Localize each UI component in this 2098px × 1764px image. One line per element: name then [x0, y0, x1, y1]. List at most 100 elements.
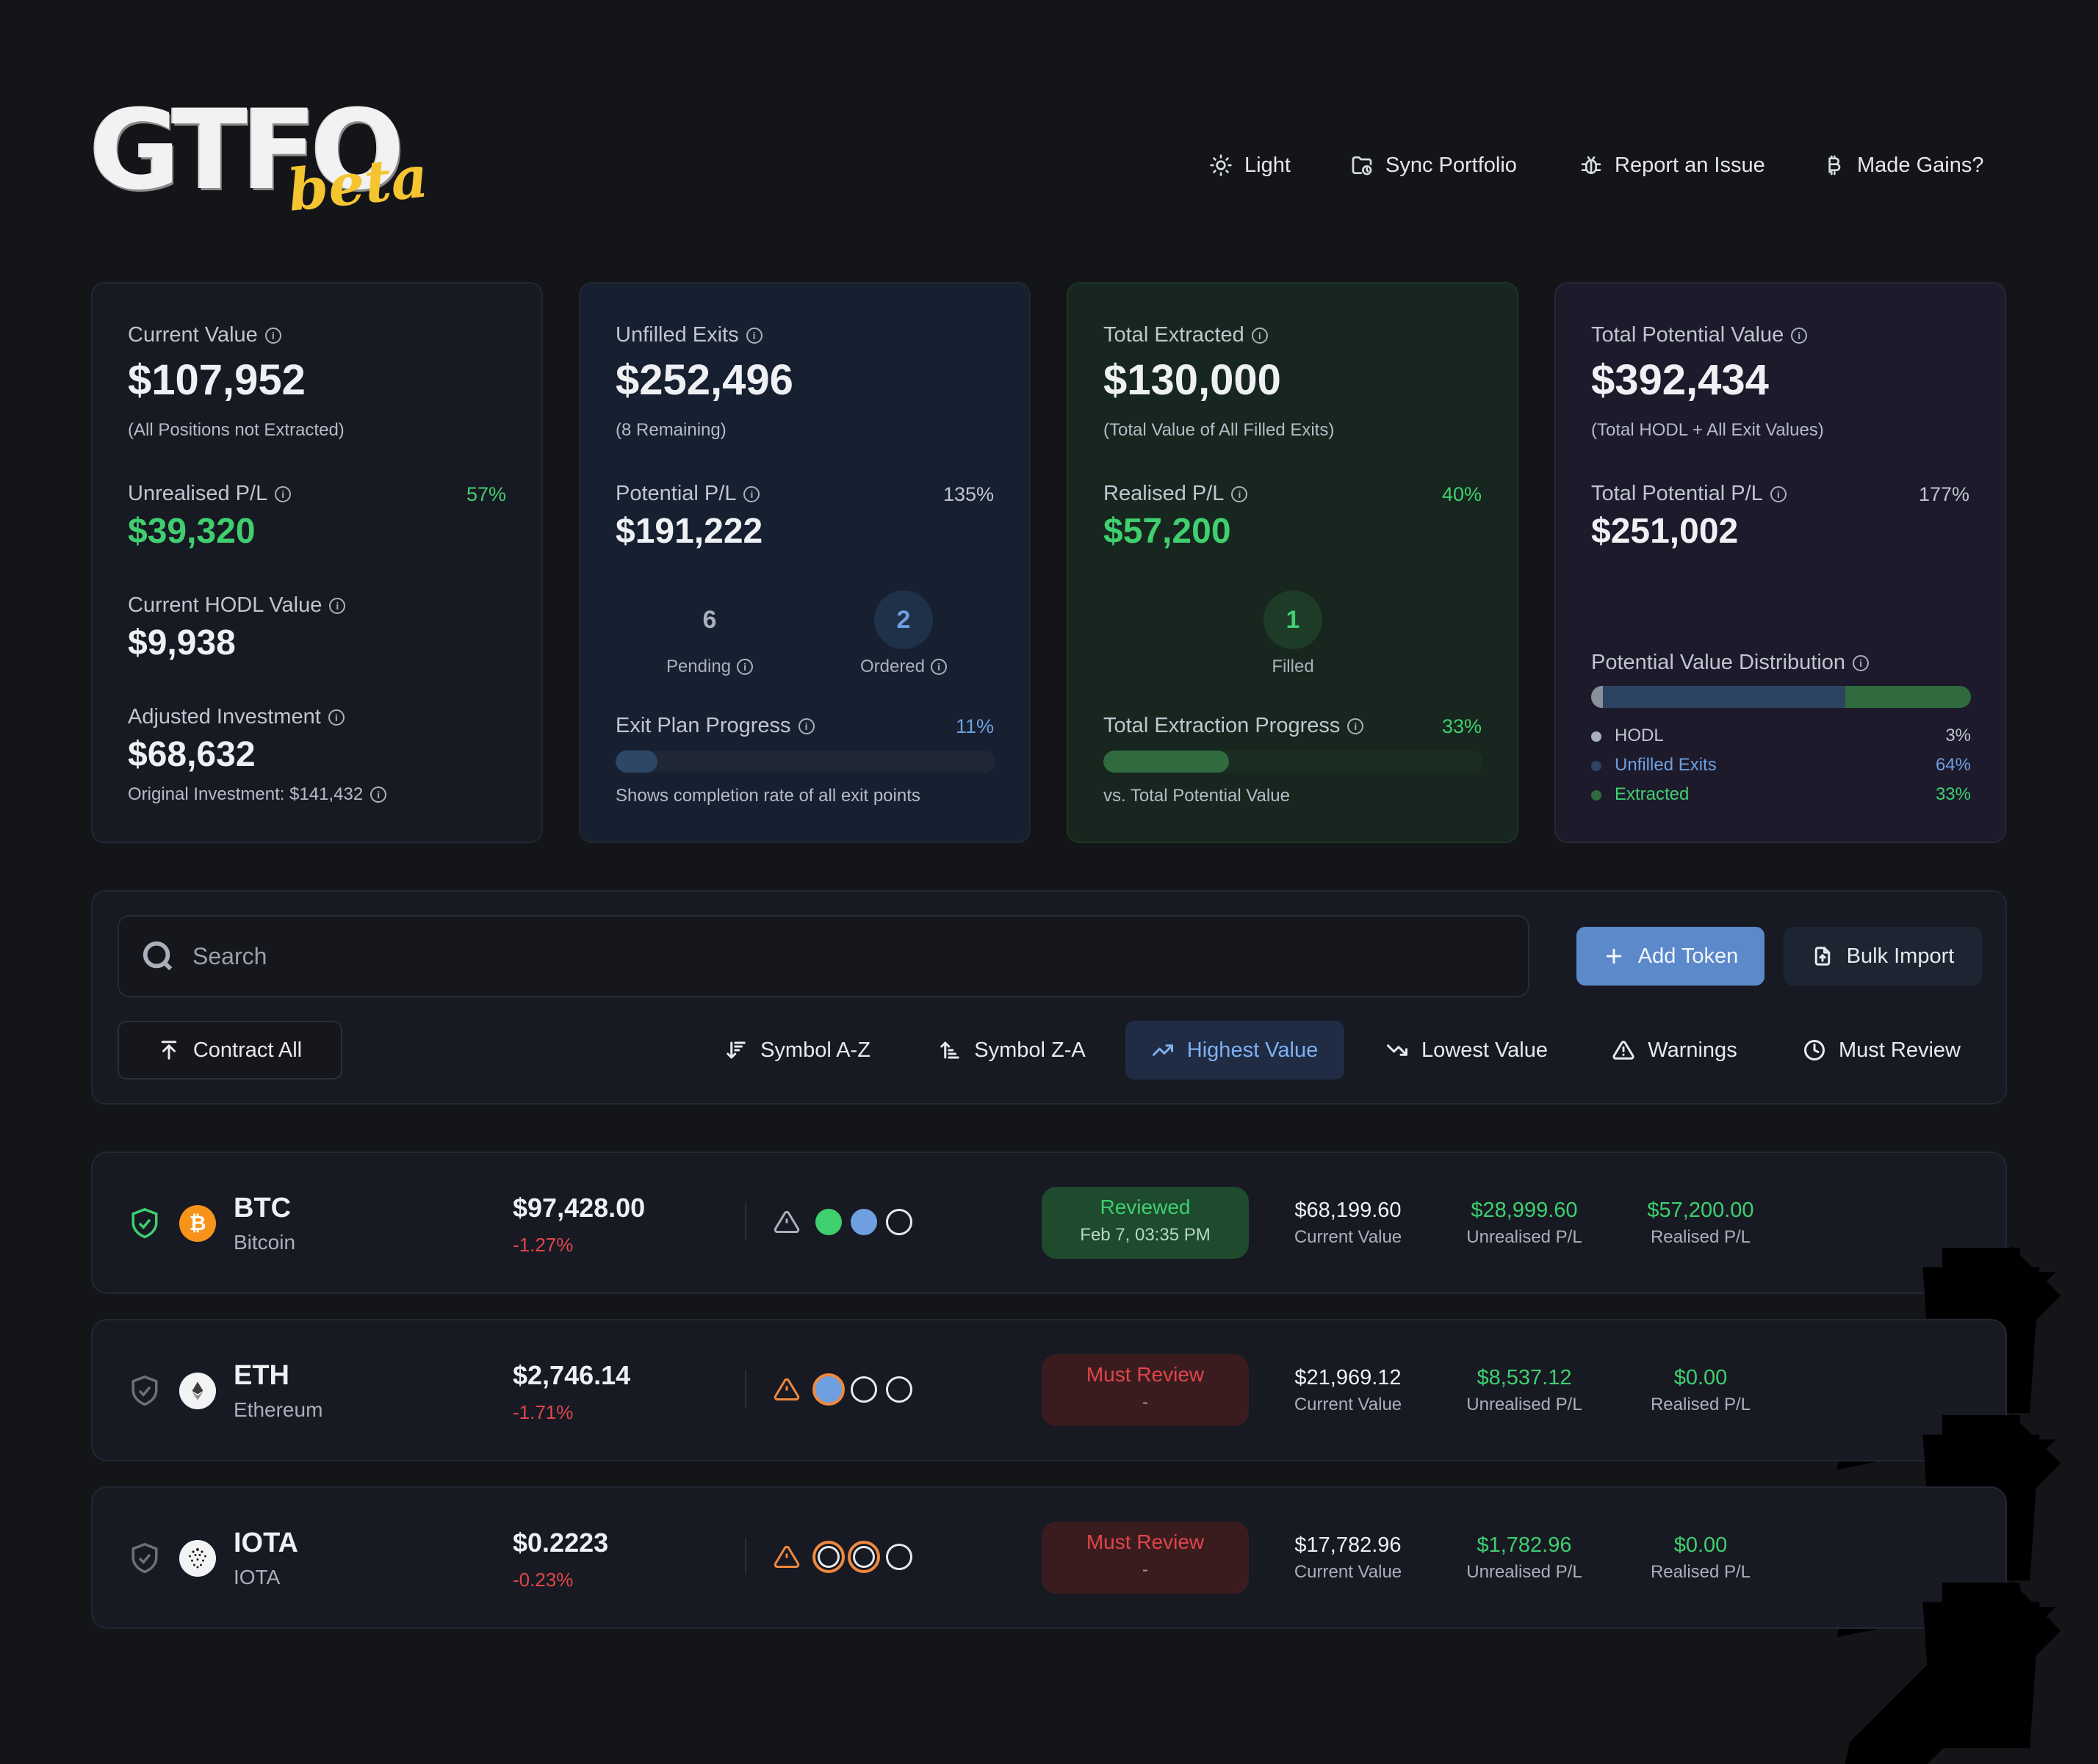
info-icon[interactable]: i: [798, 717, 815, 734]
original-investment: Original Investment: $141,432 i: [128, 784, 387, 805]
pending-stat: 6 Pending i: [651, 590, 768, 677]
warning-icon[interactable]: [773, 1376, 801, 1403]
status-badge[interactable]: Must Review -: [1042, 1522, 1249, 1594]
legend-hodl: HODL 3%: [1591, 726, 1971, 746]
exit-indicator-pending[interactable]: [851, 1376, 877, 1403]
exit-indicator-filled[interactable]: [815, 1209, 842, 1235]
info-icon[interactable]: i: [370, 787, 387, 803]
search-input[interactable]: Search: [118, 915, 1529, 997]
sort-label: Warnings: [1648, 1038, 1737, 1062]
info-icon[interactable]: i: [1347, 717, 1364, 734]
current-value-title: Current Value i: [128, 323, 281, 347]
info-icon[interactable]: i: [1853, 654, 1870, 671]
hodl-value-amount: $9,938: [128, 623, 236, 662]
info-icon[interactable]: i: [1791, 327, 1808, 344]
info-icon[interactable]: i: [743, 485, 760, 502]
info-icon[interactable]: i: [737, 659, 754, 675]
exit-indicator-warning[interactable]: [812, 1541, 845, 1573]
distribution-segment-extracted: [1845, 686, 1971, 708]
info-icon[interactable]: i: [328, 709, 345, 726]
filled-count: 1: [1264, 590, 1322, 649]
shield-check-icon[interactable]: [129, 1374, 160, 1408]
clock-icon: [1804, 1040, 1825, 1060]
current-value-cell: $21,969.12 Current Value: [1294, 1366, 1402, 1414]
sort-label: Symbol A-Z: [760, 1038, 870, 1062]
total-extracted-note: (Total Value of All Filled Exits): [1103, 420, 1335, 440]
token-symbol: ETH: [234, 1360, 289, 1391]
total-extracted-card: Total Extracted i $130,000 (Total Value o…: [1067, 282, 1518, 843]
status-badge[interactable]: Must Review -: [1042, 1354, 1249, 1426]
filled-label: Filled: [1272, 657, 1314, 676]
total-extracted-title: Total Extracted i: [1103, 323, 1268, 347]
exit-indicator-warning[interactable]: [848, 1541, 880, 1573]
eth-coin-icon: [179, 1373, 216, 1409]
divider: [745, 1203, 746, 1240]
exit-indicator-ordered[interactable]: [812, 1373, 845, 1406]
current-value-cell: $17,782.96 Current Value: [1294, 1533, 1402, 1582]
realised-pl-cell: $0.00 Realised P/L: [1650, 1366, 1751, 1414]
exit-indicator-pending[interactable]: [886, 1376, 912, 1403]
nav-sync-portfolio[interactable]: Sync Portfolio: [1350, 147, 1517, 184]
current-value-note: (All Positions not Extracted): [128, 420, 345, 440]
token-change: -1.71%: [513, 1401, 574, 1423]
unfilled-exits-title: Unfilled Exits i: [616, 323, 763, 347]
info-icon[interactable]: i: [329, 597, 346, 614]
token-name: Ethereum: [234, 1398, 323, 1421]
sort-symbol-za[interactable]: Symbol Z-A: [921, 1021, 1103, 1080]
bulk-import-button[interactable]: Bulk Import: [1784, 927, 1982, 986]
info-icon[interactable]: i: [931, 659, 948, 675]
folder-sync-icon: [1352, 156, 1372, 176]
info-icon[interactable]: i: [264, 327, 281, 344]
warning-icon[interactable]: [773, 1544, 801, 1570]
info-icon[interactable]: i: [275, 485, 292, 502]
exit-indicator-pending[interactable]: [886, 1209, 912, 1235]
token-symbol: BTC: [234, 1193, 292, 1223]
extraction-progress-pct: 33%: [1441, 715, 1482, 737]
sort-symbol-az[interactable]: Symbol A-Z: [707, 1021, 889, 1080]
distribution-segment-unfilled: [1602, 686, 1846, 708]
potential-pl-pct: 135%: [942, 483, 994, 505]
current-value-card: Current Value i $107,952 (All Positions n…: [91, 282, 543, 843]
realised-pl-pct: 40%: [1441, 483, 1482, 505]
sort-lowest-value[interactable]: Lowest Value: [1368, 1021, 1566, 1080]
logo-beta-badge: beta: [284, 143, 431, 225]
exit-indicator-ordered[interactable]: [851, 1209, 877, 1235]
nav-made-gains[interactable]: Made Gains?: [1822, 147, 1984, 184]
warning-icon[interactable]: [773, 1209, 801, 1235]
distribution-segment-hodl: [1591, 686, 1603, 708]
info-icon[interactable]: i: [1770, 485, 1787, 502]
unrealised-pl-cell: $28,999.60 Unrealised P/L: [1466, 1199, 1582, 1247]
unrealised-pl-pct: 57%: [466, 483, 506, 505]
status-label: Must Review: [1086, 1363, 1205, 1386]
total-potential-pl-amount: $251,002: [1591, 512, 1739, 551]
shield-check-icon[interactable]: [129, 1541, 160, 1575]
token-price: $97,428.00: [513, 1193, 646, 1223]
bug-icon: [1581, 156, 1601, 174]
legend-dot: [1591, 789, 1601, 800]
add-token-button[interactable]: Add Token: [1576, 927, 1764, 986]
token-name: IOTA: [234, 1566, 281, 1588]
info-icon[interactable]: i: [746, 327, 763, 344]
exit-indicator-pending[interactable]: [886, 1544, 912, 1570]
contract-all-button[interactable]: Contract All: [118, 1021, 342, 1080]
sort-must-review[interactable]: Must Review: [1787, 1021, 1978, 1080]
sort-warnings[interactable]: Warnings: [1594, 1021, 1756, 1080]
distribution-title: Potential Value Distribution i: [1591, 651, 1870, 675]
nav-theme-toggle[interactable]: Light: [1209, 147, 1291, 184]
sort-label: Lowest Value: [1421, 1038, 1548, 1062]
shield-check-icon[interactable]: [129, 1207, 160, 1240]
file-upload-icon: [1814, 947, 1830, 966]
realised-pl-amount: $57,200: [1103, 512, 1231, 551]
info-icon[interactable]: i: [1251, 327, 1268, 344]
token-symbol: IOTA: [234, 1528, 298, 1558]
sort-asc-icon: [727, 1041, 746, 1059]
nav-report-issue[interactable]: Report an Issue: [1579, 147, 1765, 184]
token-change: -0.23%: [513, 1569, 574, 1591]
chevron-down-icon[interactable]: [1929, 1544, 2098, 1713]
unfilled-exits-note: (8 Remaining): [616, 420, 727, 440]
info-icon[interactable]: i: [1231, 485, 1248, 502]
nav-sync-label: Sync Portfolio: [1385, 153, 1517, 177]
status-badge[interactable]: Reviewed Feb 7, 03:35 PM: [1042, 1187, 1249, 1259]
sort-highest-value[interactable]: Highest Value: [1125, 1021, 1344, 1080]
current-value-amount: $107,952: [128, 356, 306, 404]
